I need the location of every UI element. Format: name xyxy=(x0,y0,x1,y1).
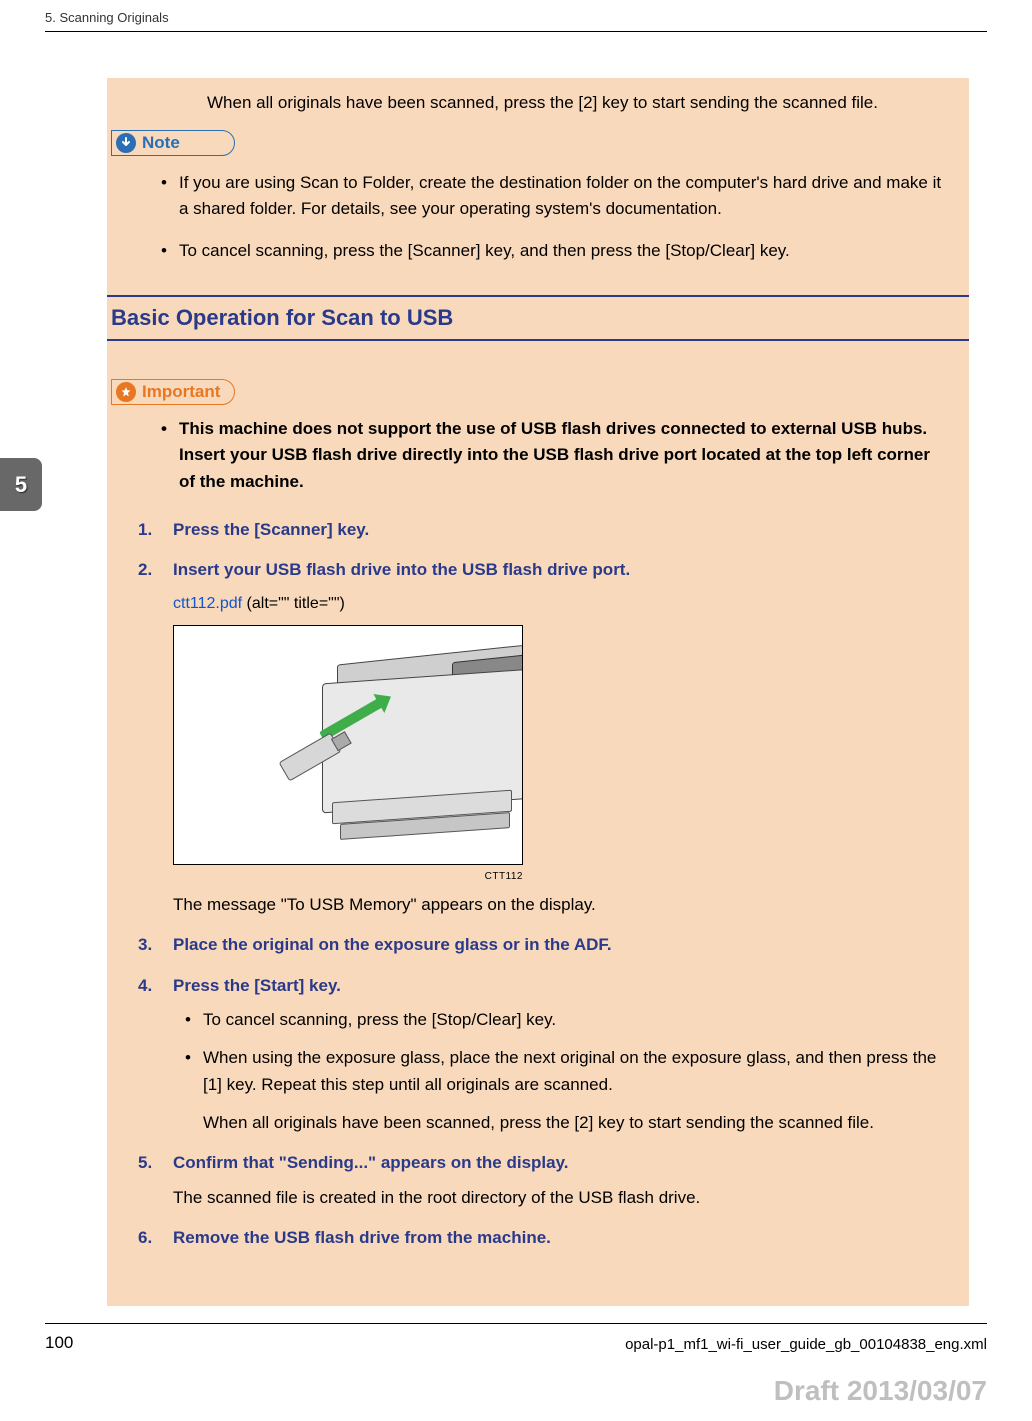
page-footer: 100 opal-p1_mf1_wi-fi_user_guide_gb_0010… xyxy=(45,1323,987,1353)
running-head-label: 5. Scanning Originals xyxy=(45,10,987,25)
running-head-rule xyxy=(45,31,987,32)
step-2: Insert your USB flash drive into the USB… xyxy=(133,557,943,918)
important-pill: Important xyxy=(111,379,235,405)
note-item: To cancel scanning, press the [Scanner] … xyxy=(133,238,943,264)
intro-continuation: When all originals have been scanned, pr… xyxy=(181,90,969,116)
step-title: Insert your USB flash drive into the USB… xyxy=(173,557,943,583)
source-path: opal-p1_mf1_wi-fi_user_guide_gb_00104838… xyxy=(625,1336,987,1353)
note-label: Note xyxy=(142,130,180,156)
important-label: Important xyxy=(142,379,220,405)
star-circle-icon xyxy=(116,382,136,402)
step-1: Press the [Scanner] key. xyxy=(133,517,943,543)
note-item: If you are using Scan to Folder, create … xyxy=(133,170,943,223)
figure-frame xyxy=(173,625,523,865)
page-content: When all originals have been scanned, pr… xyxy=(107,78,969,1306)
step-title: Press the [Scanner] key. xyxy=(173,517,943,543)
step-3: Place the original on the exposure glass… xyxy=(133,932,943,958)
step-title: Confirm that "Sending..." appears on the… xyxy=(173,1150,943,1176)
figure-caption: CTT112 xyxy=(173,869,523,885)
figure-reference: ctt112.pdf (alt="" title="") xyxy=(173,592,943,617)
page-number: 100 xyxy=(45,1333,73,1353)
important-item: This machine does not support the use of… xyxy=(133,416,943,495)
chapter-number: 5 xyxy=(15,472,27,498)
figure-link[interactable]: ctt112.pdf xyxy=(173,595,242,612)
step-detail: The message "To USB Memory" appears on t… xyxy=(173,892,943,918)
step-title: Place the original on the exposure glass… xyxy=(173,932,943,958)
step-title: Press the [Start] key. xyxy=(173,973,943,999)
running-head: 5. Scanning Originals xyxy=(0,0,1032,32)
step-6: Remove the USB flash drive from the mach… xyxy=(133,1225,943,1251)
arrow-down-circle-icon xyxy=(116,133,136,153)
section-header: Basic Operation for Scan to USB xyxy=(107,295,969,341)
section-title: Basic Operation for Scan to USB xyxy=(107,305,969,331)
step-sub-bullets: To cancel scanning, press the [Stop/Clea… xyxy=(173,1007,943,1098)
step-continuation: When all originals have been scanned, pr… xyxy=(203,1110,943,1136)
figure-meta: (alt="" title="") xyxy=(242,595,345,612)
section-body: Important This machine does not support … xyxy=(107,341,969,1252)
steps-list: Press the [Scanner] key. Insert your USB… xyxy=(107,517,969,1251)
draft-watermark: Draft 2013/03/07 xyxy=(774,1375,987,1407)
note-callout: Note xyxy=(107,130,969,157)
step-4: Press the [Start] key. To cancel scannin… xyxy=(133,973,943,1137)
sub-bullet: When using the exposure glass, place the… xyxy=(173,1045,943,1098)
important-callout: Important xyxy=(107,379,969,406)
important-list: This machine does not support the use of… xyxy=(107,416,969,495)
chapter-tab: 5 xyxy=(0,458,42,511)
printer-illustration xyxy=(282,636,523,836)
note-list: If you are using Scan to Folder, create … xyxy=(107,170,969,265)
step-5: Confirm that "Sending..." appears on the… xyxy=(133,1150,943,1211)
note-pill: Note xyxy=(111,130,235,156)
step-title: Remove the USB flash drive from the mach… xyxy=(173,1225,943,1251)
step-detail: The scanned file is created in the root … xyxy=(173,1185,943,1211)
figure: CTT112 xyxy=(173,625,523,885)
sub-bullet: To cancel scanning, press the [Stop/Clea… xyxy=(173,1007,943,1033)
